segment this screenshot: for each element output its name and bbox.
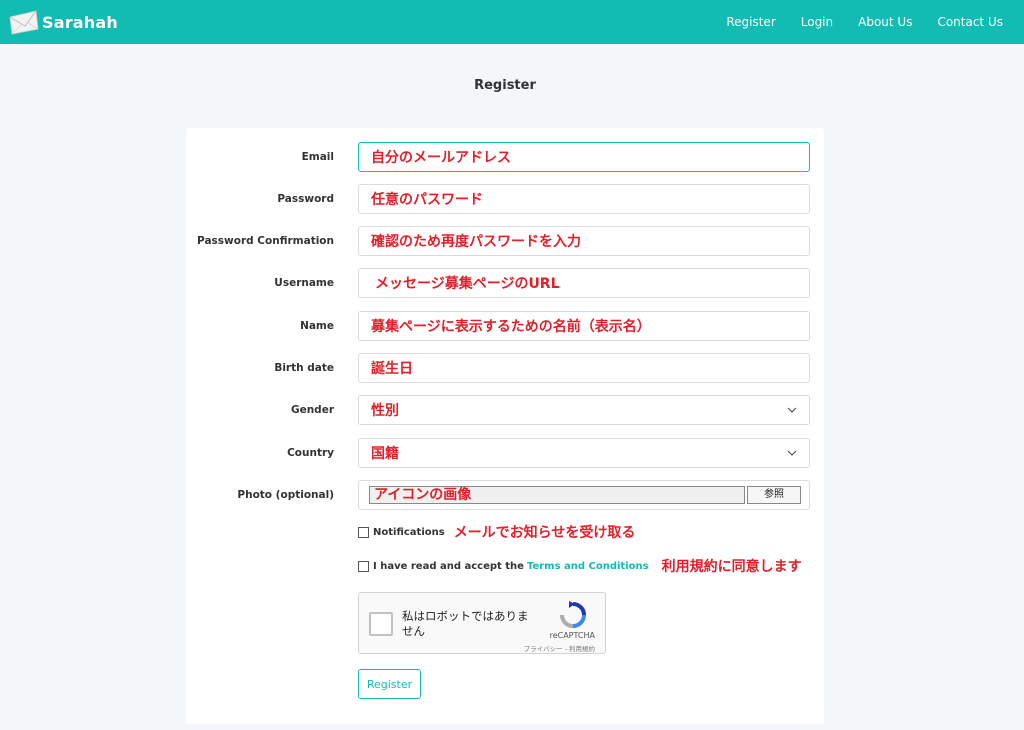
navbar: Sarahah Register Login About Us Contact … [0, 0, 1024, 44]
password-confirmation-field[interactable]: 確認のため再度パスワードを入力 [358, 226, 810, 256]
notifications-note: メールでお知らせを受け取る [453, 525, 636, 541]
terms-link[interactable]: Terms and Conditions [527, 561, 649, 572]
nav-links: Register Login About Us Contact Us [701, 0, 1003, 44]
photo-label: Photo (optional) [237, 489, 334, 501]
terms-row: I have read and accept the Terms and Con… [358, 556, 802, 576]
gender-label: Gender [290, 404, 334, 416]
password-field[interactable]: 任意のパスワード [358, 184, 810, 214]
country-row: Country 国籍 [186, 438, 824, 468]
name-field[interactable]: 募集ページに表示するための名前（表示名） [358, 311, 810, 341]
birth-date-label: Birth date [274, 362, 334, 374]
brand-name: Sarahah [42, 12, 118, 32]
terms-note: 利用規約に同意します [661, 559, 802, 575]
email-label: Email [301, 151, 334, 163]
page-title: Register [474, 78, 536, 93]
password-confirmation-label: Password Confirmation [197, 235, 334, 247]
recaptcha-widget: 私はロボットではありません reCAPTCHA プライバシー - 利用規約 [358, 592, 606, 654]
recaptcha-privacy-links[interactable]: プライバシー - 利用規約 [524, 643, 595, 653]
recaptcha-logo-icon [560, 601, 586, 628]
password-confirmation-row: Password Confirmation 確認のため再度パスワードを入力 [186, 226, 824, 256]
register-form-card: Email 自分のメールアドレス Password 任意のパスワード Passw… [186, 128, 824, 724]
browse-button[interactable]: 参照 [747, 486, 801, 504]
terms-checkbox[interactable] [358, 560, 369, 572]
notifications-checkbox[interactable] [358, 526, 369, 538]
photo-row: Photo (optional) アイコンの画像 参照 [186, 480, 824, 510]
username-label: Username [274, 277, 334, 289]
photo-file-name: アイコンの画像 [369, 486, 745, 504]
nav-login[interactable]: Login [801, 15, 833, 29]
birth-date-field[interactable]: 誕生日 [358, 353, 810, 383]
recaptcha-checkbox[interactable] [369, 612, 393, 636]
email-row: Email 自分のメールアドレス [186, 142, 824, 172]
password-label: Password [277, 193, 334, 205]
username-row: Username メッセージ募集ページのURL [186, 268, 824, 298]
photo-file-input[interactable]: アイコンの画像 参照 [358, 480, 810, 510]
name-row: Name 募集ページに表示するための名前（表示名） [186, 311, 824, 341]
email-field[interactable]: 自分のメールアドレス [358, 142, 810, 172]
nav-register[interactable]: Register [726, 15, 775, 29]
brand-logo[interactable]: Sarahah [8, 8, 118, 36]
name-label: Name [300, 320, 334, 332]
gender-row: Gender 性別 [186, 395, 824, 425]
password-row: Password 任意のパスワード [186, 184, 824, 214]
nav-about-us[interactable]: About Us [858, 15, 912, 29]
country-select[interactable]: 国籍 [358, 438, 810, 468]
notifications-row: Notifications メールでお知らせを受け取る [358, 522, 635, 542]
birth-date-row: Birth date 誕生日 [186, 353, 824, 383]
country-label: Country [287, 447, 334, 459]
terms-label: I have read and accept the [373, 560, 524, 572]
notifications-label: Notifications [373, 526, 445, 538]
register-button[interactable]: Register [358, 669, 421, 699]
nav-contact-us[interactable]: Contact Us [937, 15, 1003, 29]
envelope-icon [9, 10, 39, 35]
username-field[interactable]: メッセージ募集ページのURL [358, 268, 810, 298]
recaptcha-label: 私はロボットではありません [402, 609, 529, 638]
gender-select[interactable]: 性別 [358, 395, 810, 425]
recaptcha-brand: reCAPTCHA [549, 631, 595, 640]
